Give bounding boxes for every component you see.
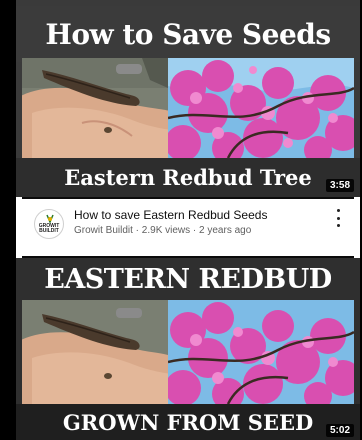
video2-thumbnail-title-bar: EASTERN REDBUD bbox=[16, 258, 360, 300]
seed-pod-in-hand-image bbox=[22, 300, 168, 404]
kebab-dot bbox=[336, 209, 340, 212]
redbud-blossoms-image bbox=[168, 58, 354, 158]
kebab-menu-icon[interactable] bbox=[332, 209, 344, 227]
channel-avatar-icon[interactable]: GROWIT BUILDIT bbox=[34, 209, 64, 239]
video1-photo-row bbox=[22, 58, 354, 158]
video1-thumbnail-subtitle-bar: Eastern Redbud Tree bbox=[16, 158, 360, 197]
video2-thumbnail[interactable]: EASTERN REDBUD GROWN FROM SEED 5:02 bbox=[16, 258, 360, 440]
video2-thumbnail-title: EASTERN REDBUD bbox=[44, 263, 332, 295]
video1-meta: Growit Buildit · 2.9K views · 2 years ag… bbox=[74, 225, 252, 236]
video1-duration-badge: 3:58 bbox=[325, 179, 354, 192]
kebab-dot bbox=[336, 224, 340, 227]
video2-thumbnail-subtitle: GROWN FROM SEED bbox=[62, 409, 314, 435]
video2-photo-row bbox=[22, 300, 354, 404]
video1-info-card[interactable]: GROWIT BUILDIT How to save Eastern Redbu… bbox=[22, 199, 354, 256]
video1-thumbnail-subtitle: Eastern Redbud Tree bbox=[64, 165, 312, 190]
video1-title[interactable]: How to save Eastern Redbud Seeds bbox=[74, 208, 267, 222]
channel-avatar-text: GROWIT BUILDIT bbox=[38, 223, 60, 234]
video1-thumbnail-title: How to Save Seeds bbox=[45, 17, 331, 51]
seed-pod-in-hand-image bbox=[22, 58, 168, 158]
redbud-blossoms-image bbox=[168, 300, 354, 404]
video1-thumbnail[interactable]: How to Save Seeds Eastern Redbud Tree 3:… bbox=[16, 0, 360, 197]
video1-thumbnail-title-bar: How to Save Seeds bbox=[16, 6, 360, 62]
video2-duration-badge: 5:02 bbox=[325, 424, 354, 437]
kebab-dot bbox=[336, 216, 340, 220]
video2-thumbnail-subtitle-bar: GROWN FROM SEED bbox=[16, 404, 360, 440]
